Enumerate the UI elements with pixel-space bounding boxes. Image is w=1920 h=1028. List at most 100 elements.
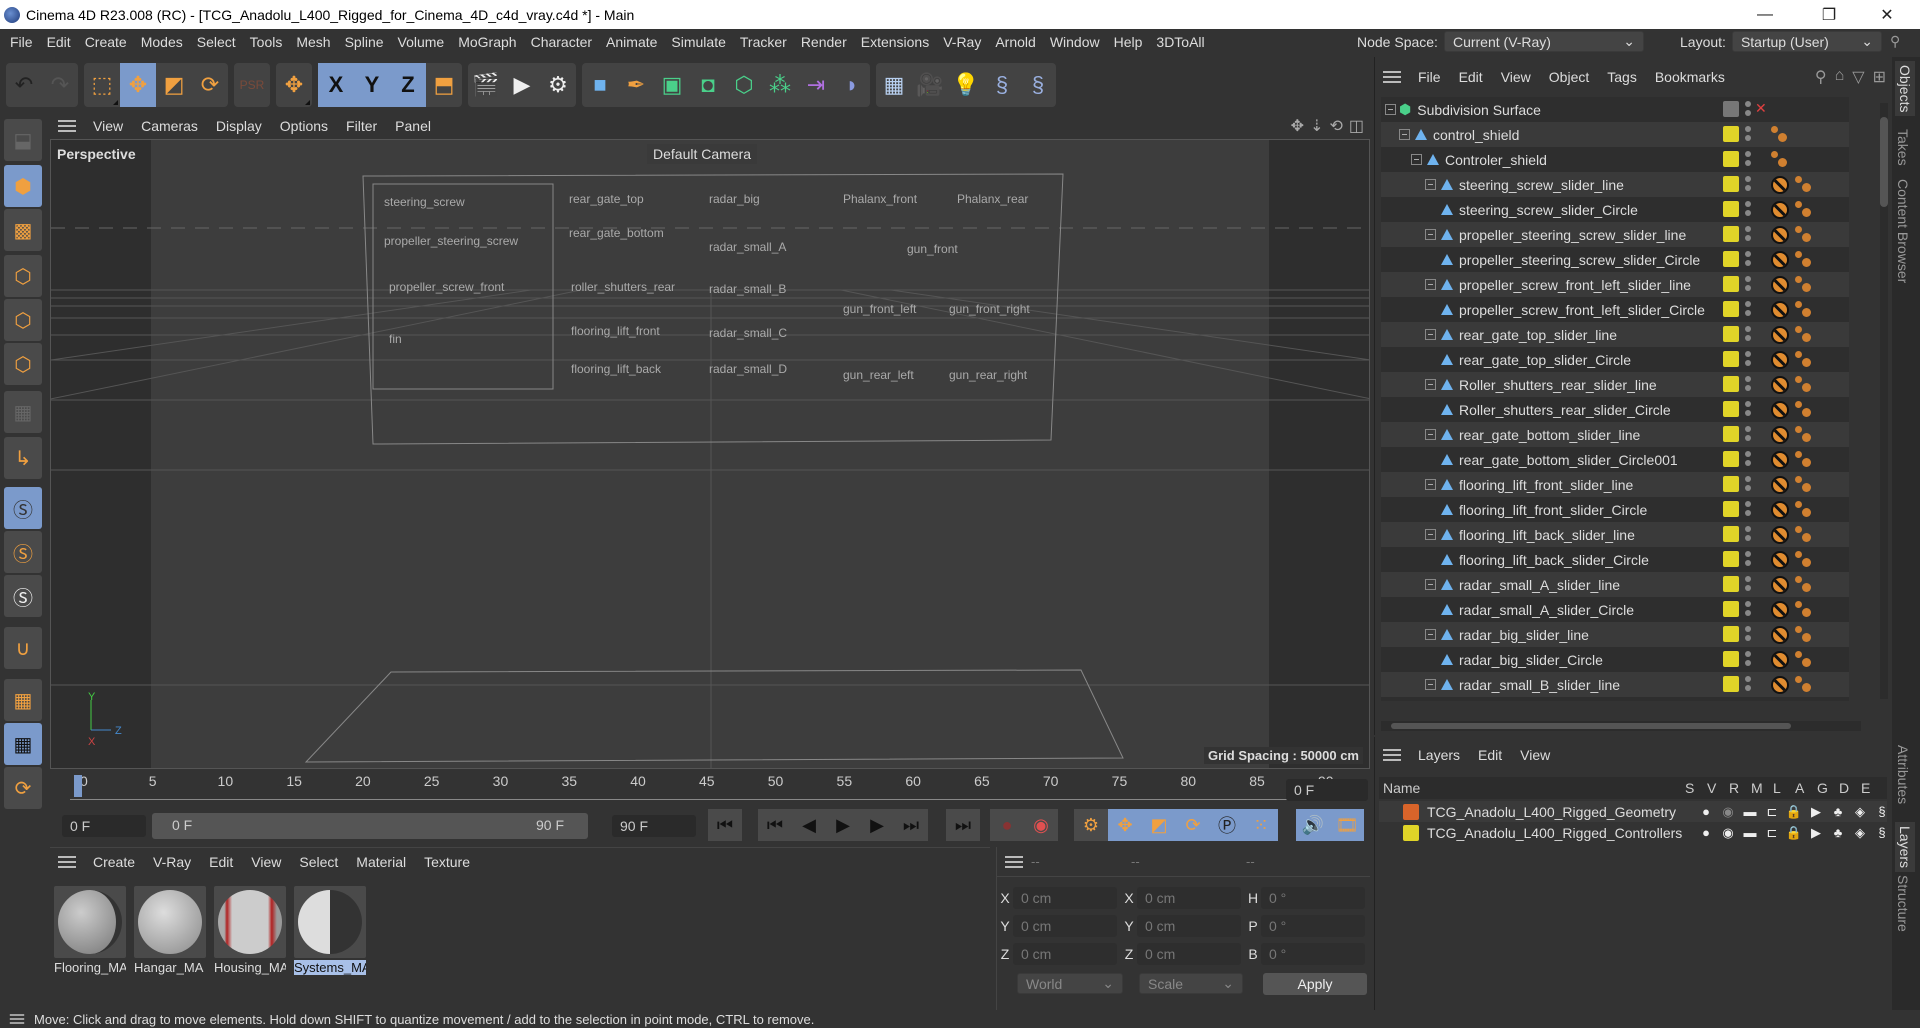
deformer-icon[interactable]: ◈ <box>1851 825 1869 841</box>
protection-tag-icon[interactable] <box>1771 651 1789 669</box>
visibility-dots-icon[interactable] <box>1745 601 1751 617</box>
constraint-tag-icon[interactable] <box>1795 176 1813 194</box>
object-menu-tags[interactable]: Tags <box>1598 69 1646 85</box>
menu-volume[interactable]: Volume <box>391 34 452 50</box>
layer-color-icon[interactable] <box>1723 351 1739 367</box>
solo-hierarchy-icon[interactable]: Ⓢ <box>4 575 42 617</box>
expression-icon[interactable]: § <box>1873 825 1891 841</box>
menu-help[interactable]: Help <box>1107 34 1150 50</box>
visibility-dots-icon[interactable] <box>1745 676 1751 692</box>
menu-animate[interactable]: Animate <box>599 34 664 50</box>
collapse-toggle[interactable] <box>1425 579 1436 590</box>
position-y-field[interactable]: 0 cm <box>1013 915 1117 937</box>
material-item[interactable]: Hangar_MA <box>134 886 206 976</box>
expression-icon[interactable]: § <box>1873 804 1891 820</box>
material-item[interactable]: Housing_MA <box>214 886 286 976</box>
rotation-p-field[interactable]: 0 ° <box>1261 915 1365 937</box>
constraint-tag-icon[interactable] <box>1795 351 1813 369</box>
menu-tracker[interactable]: Tracker <box>733 34 794 50</box>
polygons-mode-icon[interactable]: ⬡ <box>4 343 42 385</box>
node-space-select[interactable]: Current (V-Ray) ⌄ <box>1443 31 1644 52</box>
workplane-align-icon[interactable]: ⟳ <box>4 767 42 809</box>
key-rotation-icon[interactable]: ⟳ <box>1176 809 1210 841</box>
visibility-dots-icon[interactable] <box>1745 251 1751 267</box>
texture-mode-icon[interactable]: ▩ <box>4 209 42 251</box>
layer-color-icon[interactable] <box>1723 376 1739 392</box>
coordinate-space-select[interactable]: World ⌄ <box>1017 973 1123 994</box>
protection-tag-icon[interactable] <box>1771 201 1789 219</box>
protection-tag-icon[interactable] <box>1771 401 1789 419</box>
constraint-tag-icon[interactable] <box>1795 251 1813 269</box>
layer-color-icon[interactable] <box>1723 601 1739 617</box>
constraint-tag-icon[interactable] <box>1795 276 1813 294</box>
snap-magnet-icon[interactable]: ∪ <box>4 627 42 669</box>
protection-tag-icon[interactable] <box>1771 276 1789 294</box>
size-y-field[interactable]: 0 cm <box>1137 915 1241 937</box>
home-icon[interactable]: ⌂ <box>1835 67 1845 87</box>
disabled-x-icon[interactable]: ✕ <box>1755 100 1767 117</box>
timeline-ruler[interactable]: 051015202530354045505560657075808590 0 F <box>50 769 1372 813</box>
constraint-tag-icon[interactable] <box>1795 326 1813 344</box>
layer-color-swatch[interactable] <box>1403 803 1419 820</box>
visibility-dots-icon[interactable] <box>1745 451 1751 467</box>
protection-tag-icon[interactable] <box>1771 551 1789 569</box>
axis-mode-icon[interactable]: ↳ <box>4 437 42 479</box>
visibility-dots-icon[interactable] <box>1745 126 1751 142</box>
points-mode-icon[interactable]: ⬡ <box>4 255 42 297</box>
keyframe-settings-icon[interactable]: ⚙ <box>1074 809 1108 841</box>
layer-color-icon[interactable] <box>1723 176 1739 192</box>
solo-dot-icon[interactable]: ● <box>1697 804 1715 820</box>
minimize-button[interactable]: — <box>1742 0 1788 29</box>
protection-tag-icon[interactable] <box>1771 326 1789 344</box>
size-z-field[interactable]: 0 cm <box>1137 943 1241 965</box>
autokey-icon[interactable]: ◉ <box>1024 809 1058 841</box>
visibility-icon[interactable]: ◉ <box>1719 825 1737 841</box>
hamburger-icon[interactable] <box>1005 855 1023 868</box>
constraint-tag-icon[interactable] <box>1795 501 1813 519</box>
viewport-camera-label[interactable]: Default Camera <box>647 144 758 164</box>
layer-col-expressions[interactable]: E <box>1861 780 1883 796</box>
protection-tag-icon[interactable] <box>1771 601 1789 619</box>
constraint-tag-icon[interactable] <box>1795 576 1813 594</box>
x-axis-icon[interactable]: X <box>318 63 354 107</box>
collapse-toggle[interactable] <box>1411 154 1422 165</box>
viewport-menu-panel[interactable]: Panel <box>386 118 440 134</box>
layer-color-icon[interactable] <box>1723 226 1739 242</box>
material-item[interactable]: Flooring_MA <box>54 886 126 976</box>
layer-color-icon[interactable] <box>1723 476 1739 492</box>
visibility-dots-icon[interactable] <box>1745 626 1751 642</box>
scale-icon[interactable]: ◩ <box>156 63 192 107</box>
protection-tag-icon[interactable] <box>1771 376 1789 394</box>
visibility-dots-icon[interactable] <box>1745 326 1751 342</box>
object-row[interactable]: radar_small_B_slider_Circle <box>1381 697 1849 701</box>
playhead[interactable] <box>74 775 82 797</box>
constraint-tag-icon[interactable] <box>1795 401 1813 419</box>
visibility-hidden-icon[interactable]: ◉ <box>1719 804 1737 820</box>
key-pla-icon[interactable]: ⁙ <box>1244 809 1278 841</box>
visibility-dots-icon[interactable] <box>1745 351 1751 367</box>
solo-single-icon[interactable]: Ⓢ <box>4 531 42 573</box>
menu-vray[interactable]: V-Ray <box>936 34 988 50</box>
menu-mograph[interactable]: MoGraph <box>451 34 523 50</box>
deformer-icon[interactable]: ◈ <box>1851 804 1869 820</box>
object-menu-bookmarks[interactable]: Bookmarks <box>1646 69 1734 85</box>
object-menu-object[interactable]: Object <box>1540 69 1598 85</box>
object-tree-scrollbar[interactable] <box>1880 103 1888 699</box>
collapse-toggle[interactable] <box>1425 479 1436 490</box>
material-item[interactable]: Systems_MA <box>294 886 366 976</box>
layer-color-icon[interactable] <box>1723 676 1739 692</box>
go-to-start-icon[interactable]: ⏮ <box>708 809 742 841</box>
lock-icon[interactable]: 🔒 <box>1785 825 1803 841</box>
object-menu-edit[interactable]: Edit <box>1450 69 1492 85</box>
layer-color-icon[interactable] <box>1723 201 1739 217</box>
layer-menu-layers[interactable]: Layers <box>1409 747 1469 763</box>
render-icon[interactable]: ▬ <box>1741 804 1759 820</box>
generator-icon[interactable]: ♣ <box>1829 825 1847 841</box>
protection-tag-icon[interactable] <box>1771 576 1789 594</box>
start-frame-field[interactable]: 0 F <box>62 815 146 837</box>
layer-menu-edit[interactable]: Edit <box>1469 747 1511 763</box>
floor-icon[interactable]: ▦ <box>876 63 912 107</box>
visibility-dots-icon[interactable] <box>1745 401 1751 417</box>
play-icon[interactable]: ▶ <box>826 809 860 841</box>
protection-tag-icon[interactable] <box>1771 676 1789 694</box>
